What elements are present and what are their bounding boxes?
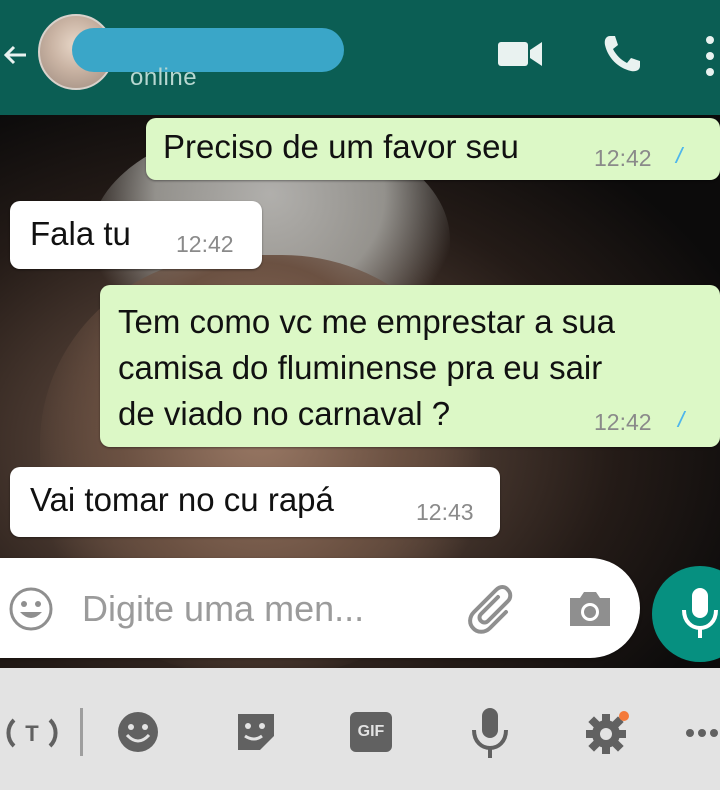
message-incoming[interactable]: Vai tomar no cu rapá 12:43 [10,467,500,537]
microphone-icon [682,588,718,638]
message-text: Vai tomar no cu rapá [30,481,334,518]
settings-gear-icon[interactable] [584,708,634,758]
more-tools-icon[interactable] [684,726,720,740]
contact-status: online [130,64,198,91]
sticker-icon[interactable] [234,710,278,754]
emoji-icon[interactable] [8,586,54,632]
message-line: de viado no carnaval ? [118,395,451,432]
svg-text:T: T [25,721,39,746]
gif-button[interactable]: GIF [350,712,392,752]
message-text: Fala tu [30,215,131,252]
message-composer[interactable]: Digite uma men... [0,558,640,658]
paperclip-icon[interactable] [466,582,522,638]
more-options-icon[interactable] [700,34,720,78]
message-outgoing[interactable]: Preciso de um favor seu 12:42 // [146,118,720,180]
back-arrow-icon[interactable] [0,40,30,70]
message-time: 12:42 [594,409,652,435]
message-input[interactable]: Digite uma men... [82,588,364,630]
chat-header: online [0,0,720,115]
camera-icon[interactable] [566,588,614,630]
message-line: camisa do fluminense pra eu sair [118,349,603,386]
phone-icon[interactable] [600,32,644,76]
keyboard-toolbar: T GIF [0,668,720,790]
message-text: Tem como vc me emprestar a sua camisa do… [118,299,615,437]
contact-name-redacted[interactable] [72,28,344,72]
message-time: 12:42 [176,231,234,257]
emoji-keyboard-icon[interactable] [116,710,160,754]
message-text: Preciso de um favor seu [163,128,519,165]
toolbar-divider [80,708,83,756]
message-time: 12:42 [594,145,652,171]
voice-input-icon[interactable] [468,706,512,760]
message-line: Tem como vc me emprestar a sua [118,303,615,340]
message-outgoing[interactable]: Tem como vc me emprestar a sua camisa do… [100,285,720,447]
message-time: 12:43 [416,499,474,525]
translate-icon[interactable]: T [6,710,58,754]
message-incoming[interactable]: Fala tu 12:42 [10,201,262,269]
video-call-icon[interactable] [496,36,544,72]
